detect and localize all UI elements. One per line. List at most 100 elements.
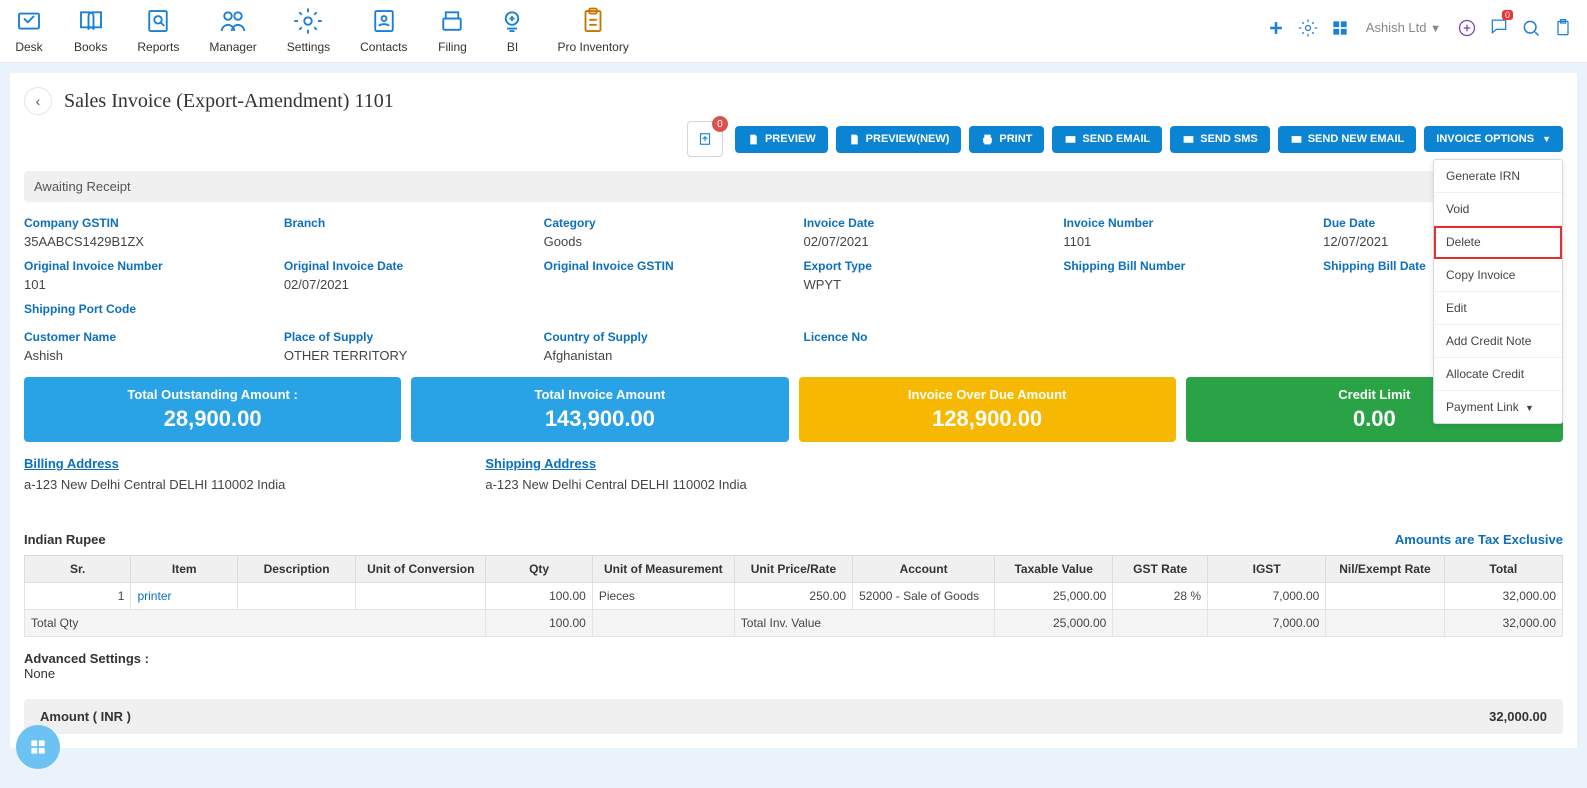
print-icon <box>981 133 994 146</box>
dropdown-edit[interactable]: Edit <box>1434 292 1562 325</box>
amount-total-bar: Amount ( INR ) 32,000.00 <box>24 699 1563 734</box>
detail-branch: Branch <box>284 216 524 249</box>
shipping-address-link[interactable]: Shipping Address <box>485 456 746 471</box>
status-bar: Awaiting Receipt <box>24 171 1563 202</box>
fab-apps[interactable] <box>16 725 60 769</box>
dropdown-copy[interactable]: Copy Invoice <box>1434 259 1562 292</box>
attachment-button[interactable]: 0 <box>687 121 723 157</box>
plus-icon[interactable] <box>1266 18 1286 38</box>
nav-reports[interactable]: Reports <box>137 6 179 62</box>
search-icon[interactable] <box>1521 18 1541 38</box>
detail-invoice-number: Invoice Number1101 <box>1063 216 1303 249</box>
detail-country-supply: Country of SupplyAfghanistan <box>544 330 784 363</box>
mail-icon <box>1064 133 1077 146</box>
billing-address-link[interactable]: Billing Address <box>24 456 285 471</box>
nav-label: Desk <box>15 40 42 54</box>
reports-icon <box>143 6 173 36</box>
cell-total: 32,000.00 <box>1444 583 1562 610</box>
tile-invoice-amount: Total Invoice Amount143,900.00 <box>411 377 788 442</box>
nav-label: Contacts <box>360 40 407 54</box>
cell-item: printer <box>131 583 237 610</box>
contacts-icon <box>369 6 399 36</box>
summary-tiles: Total Outstanding Amount :28,900.00 Tota… <box>24 377 1563 442</box>
table-header-row: Sr. Item Description Unit of Conversion … <box>25 556 1563 583</box>
send-email-button[interactable]: SEND EMAIL <box>1052 126 1162 153</box>
nav-settings[interactable]: Settings <box>287 6 330 62</box>
back-button[interactable]: ‹ <box>24 87 52 115</box>
clipboard-icon[interactable] <box>1553 18 1573 38</box>
bi-icon <box>497 6 527 36</box>
items-table: Sr. Item Description Unit of Conversion … <box>24 555 1563 637</box>
send-sms-button[interactable]: SEND SMS <box>1170 126 1269 153</box>
detail-place-supply: Place of SupplyOTHER TERRITORY <box>284 330 524 363</box>
th-sr: Sr. <box>25 556 131 583</box>
preview-new-button[interactable]: PREVIEW(NEW) <box>836 126 962 153</box>
item-link[interactable]: printer <box>137 589 171 603</box>
detail-export-type: Export TypeWPYT <box>803 259 1043 292</box>
message-count: 0 <box>1502 10 1513 20</box>
advanced-settings: Advanced Settings : None <box>24 651 1563 681</box>
nav-label: Filing <box>438 40 467 54</box>
tile-overdue: Invoice Over Due Amount128,900.00 <box>799 377 1176 442</box>
badge-icon[interactable] <box>1457 18 1477 38</box>
nav-label: Manager <box>209 40 256 54</box>
table-footer-row: Total Qty 100.00 Total Inv. Value 25,000… <box>25 610 1563 637</box>
cell-igst: 7,000.00 <box>1208 583 1326 610</box>
th-qty: Qty <box>486 556 592 583</box>
top-nav: Desk Books Reports Manager Settings Cont… <box>0 0 1587 63</box>
company-selector[interactable]: Ashish Ltd ▼ <box>1362 20 1445 35</box>
books-icon <box>76 6 106 36</box>
nav-contacts[interactable]: Contacts <box>360 6 407 62</box>
nav-desk[interactable]: Desk <box>14 6 44 62</box>
dropdown-payment-link[interactable]: Payment Link ▼ <box>1434 391 1562 423</box>
th-gst: GST Rate <box>1113 556 1208 583</box>
invoice-options-button[interactable]: INVOICE OPTIONS ▼ <box>1424 126 1563 152</box>
nav-pro-inventory[interactable]: Pro Inventory <box>557 6 628 62</box>
document-icon <box>848 133 861 146</box>
cell-inv-val-label: Total Inv. Value <box>734 610 994 637</box>
page-title: Sales Invoice (Export-Amendment) 1101 <box>64 90 394 113</box>
dropdown-add-credit[interactable]: Add Credit Note <box>1434 325 1562 358</box>
send-new-email-button[interactable]: SEND NEW EMAIL <box>1278 126 1417 153</box>
nav-right: Ashish Ltd ▼ 0 <box>1266 6 1573 39</box>
gear-icon[interactable] <box>1298 18 1318 38</box>
detail-customer: Customer NameAshish <box>24 330 264 363</box>
nav-books[interactable]: Books <box>74 6 107 62</box>
invoice-options-dropdown: Generate IRN Void Delete Copy Invoice Ed… <box>1433 159 1563 424</box>
dropdown-allocate[interactable]: Allocate Credit <box>1434 358 1562 391</box>
cell-footer-taxable: 25,000.00 <box>995 610 1113 637</box>
preview-button[interactable]: PREVIEW <box>735 126 828 153</box>
mail-icon <box>1182 133 1195 146</box>
th-total: Total <box>1444 556 1562 583</box>
nav-bi[interactable]: BI <box>497 6 527 62</box>
cell-gst: 28 % <box>1113 583 1208 610</box>
cell-account: 52000 - Sale of Goods <box>853 583 995 610</box>
dropdown-void[interactable]: Void <box>1434 193 1562 226</box>
dropdown-delete[interactable]: Delete <box>1434 226 1562 259</box>
th-igst: IGST <box>1208 556 1326 583</box>
th-rate: Unit Price/Rate <box>734 556 852 583</box>
detail-orig-inv-date: Original Invoice Date02/07/2021 <box>284 259 524 292</box>
desk-icon <box>14 6 44 36</box>
header-row: ‹ Sales Invoice (Export-Amendment) 1101 <box>24 87 1563 115</box>
detail-orig-inv-gstin: Original Invoice GSTIN <box>544 259 784 292</box>
manager-icon <box>218 6 248 36</box>
dropdown-generate-irn[interactable]: Generate IRN <box>1434 160 1562 193</box>
detail-invoice-date: Invoice Date02/07/2021 <box>803 216 1043 249</box>
attachment-count: 0 <box>712 116 728 132</box>
upload-icon <box>696 130 714 148</box>
messages-button[interactable]: 0 <box>1489 16 1509 39</box>
main-card: ‹ Sales Invoice (Export-Amendment) 1101 … <box>10 73 1577 748</box>
cell-taxable: 25,000.00 <box>995 583 1113 610</box>
print-button[interactable]: PRINT <box>969 126 1044 153</box>
nav-filing[interactable]: Filing <box>437 6 467 62</box>
currency-name: Indian Rupee <box>24 532 106 547</box>
th-taxable: Taxable Value <box>995 556 1113 583</box>
tax-note: Amounts are Tax Exclusive <box>1395 532 1563 547</box>
apps-icon[interactable] <box>1330 18 1350 38</box>
page-body: ‹ Sales Invoice (Export-Amendment) 1101 … <box>0 63 1587 788</box>
grid-icon <box>28 737 48 757</box>
nav-manager[interactable]: Manager <box>209 6 256 62</box>
nav-label: Books <box>74 40 107 54</box>
amount-label: Amount ( INR ) <box>40 709 131 724</box>
